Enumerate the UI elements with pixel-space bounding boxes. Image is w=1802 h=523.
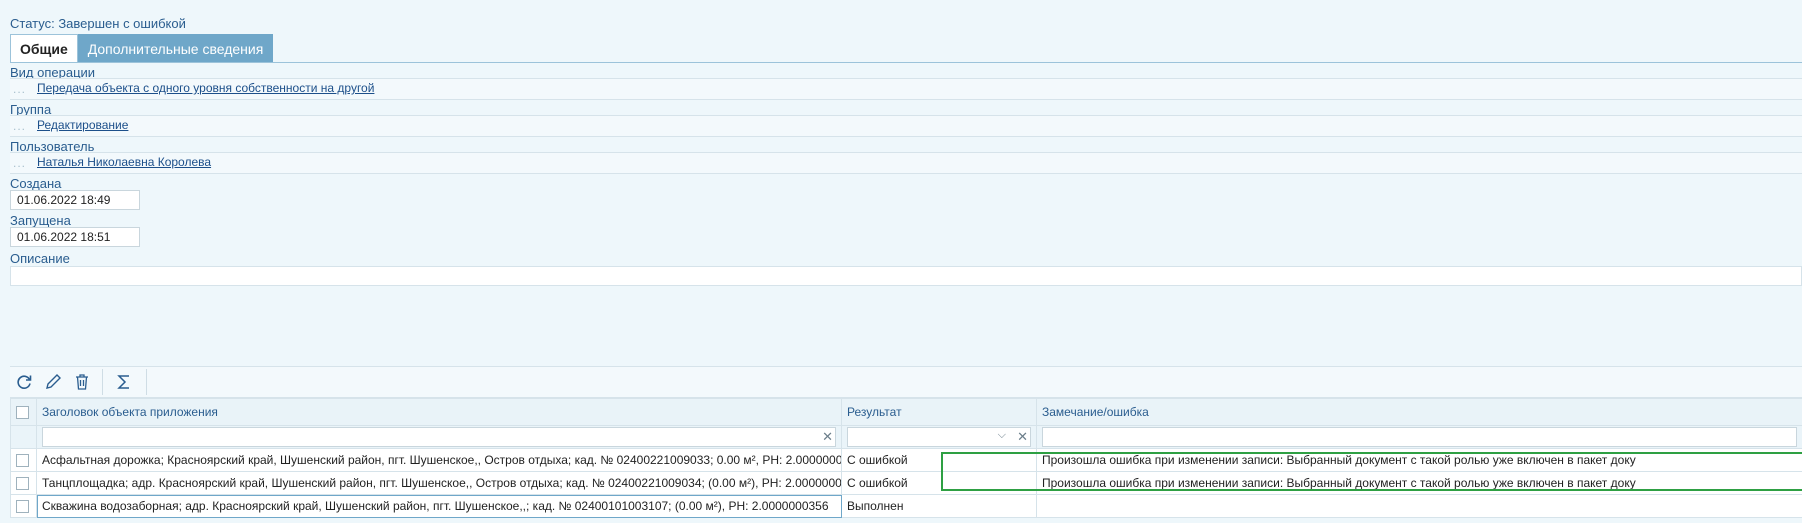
row-result[interactable]: С ошибкой	[841, 448, 1037, 472]
table-row[interactable]: Асфальтная дорожка; Красноярский край, Ш…	[10, 448, 1802, 472]
row-note[interactable]: Произошла ошибка при изменении записи: В…	[1036, 471, 1802, 495]
operation-type-link[interactable]: Передача объекта с одного уровня собстве…	[37, 81, 374, 95]
user-field: ... Наталья Николаевна Королева	[10, 152, 1802, 174]
filter-title-input[interactable]: ✕	[42, 427, 836, 447]
column-header-result[interactable]: Результат	[841, 398, 1037, 426]
group-field: ... Редактирование	[10, 115, 1802, 137]
clear-icon[interactable]: ✕	[1017, 429, 1028, 445]
row-checkbox-cell	[10, 494, 37, 518]
row-title[interactable]: Скважина водозаборная; адр. Красноярский…	[36, 494, 842, 518]
filter-title-cell: ✕	[36, 425, 842, 449]
filter-note-input[interactable]	[1042, 427, 1797, 447]
started-field[interactable]: 01.06.2022 18:51	[10, 227, 140, 247]
row-checkbox[interactable]	[16, 454, 29, 468]
description-field[interactable]	[10, 266, 1802, 286]
row-title[interactable]: Танцплощадка; адр. Красноярский край, Шу…	[36, 471, 842, 495]
description-label: Описание	[10, 251, 70, 266]
tab-divider	[10, 62, 1802, 63]
edit-icon[interactable]	[41, 371, 65, 393]
tab-general[interactable]: Общие	[10, 34, 78, 63]
table-row[interactable]: Танцплощадка; адр. Красноярский край, Шу…	[10, 471, 1802, 495]
row-result[interactable]: Выполнен	[841, 494, 1037, 518]
status-label: Статус: Завершен с ошибкой	[10, 16, 186, 31]
refresh-icon[interactable]	[12, 371, 36, 393]
row-note[interactable]: Произошла ошибка при изменении записи: В…	[1036, 448, 1802, 472]
lookup-dots-icon[interactable]: ...	[13, 156, 26, 170]
results-grid: Заголовок объекта приложения Результат З…	[10, 398, 1802, 518]
toolbar-separator	[102, 369, 103, 395]
chevron-down-icon[interactable]: ⌵	[998, 429, 1006, 442]
row-note[interactable]	[1036, 494, 1802, 518]
delete-icon[interactable]	[70, 371, 94, 393]
column-header-note[interactable]: Замечание/ошибка	[1036, 398, 1802, 426]
filter-result-cell: ⌵ ✕	[841, 425, 1037, 449]
table-row[interactable]: Скважина водозаборная; адр. Красноярский…	[10, 494, 1802, 518]
row-checkbox[interactable]	[16, 500, 29, 514]
clear-icon[interactable]: ✕	[822, 429, 833, 445]
select-all-cell	[10, 398, 37, 426]
tab-bar: Общие Дополнительные сведения	[10, 34, 274, 63]
row-checkbox-cell	[10, 471, 37, 495]
row-checkbox-cell	[10, 448, 37, 472]
toolbar-separator	[146, 369, 147, 395]
filter-spacer	[10, 425, 37, 449]
group-link[interactable]: Редактирование	[37, 118, 128, 132]
select-all-checkbox[interactable]	[16, 406, 29, 420]
column-header-title[interactable]: Заголовок объекта приложения	[36, 398, 842, 426]
filter-result-select[interactable]: ⌵ ✕	[847, 427, 1031, 447]
filter-note-cell	[1036, 425, 1802, 449]
row-result[interactable]: С ошибкой	[841, 471, 1037, 495]
row-checkbox[interactable]	[16, 477, 29, 491]
created-label: Создана	[10, 176, 62, 191]
tab-additional-info[interactable]: Дополнительные сведения	[77, 34, 274, 62]
operation-type-field: ... Передача объекта с одного уровня соб…	[10, 78, 1802, 100]
grid-toolbar	[10, 366, 1802, 398]
user-link[interactable]: Наталья Николаевна Королева	[37, 155, 211, 169]
sum-icon[interactable]	[112, 371, 136, 393]
lookup-dots-icon[interactable]: ...	[13, 119, 26, 133]
created-field[interactable]: 01.06.2022 18:49	[10, 190, 140, 210]
started-label: Запущена	[10, 213, 71, 228]
row-title[interactable]: Асфальтная дорожка; Красноярский край, Ш…	[36, 448, 842, 472]
lookup-dots-icon[interactable]: ...	[13, 82, 26, 96]
